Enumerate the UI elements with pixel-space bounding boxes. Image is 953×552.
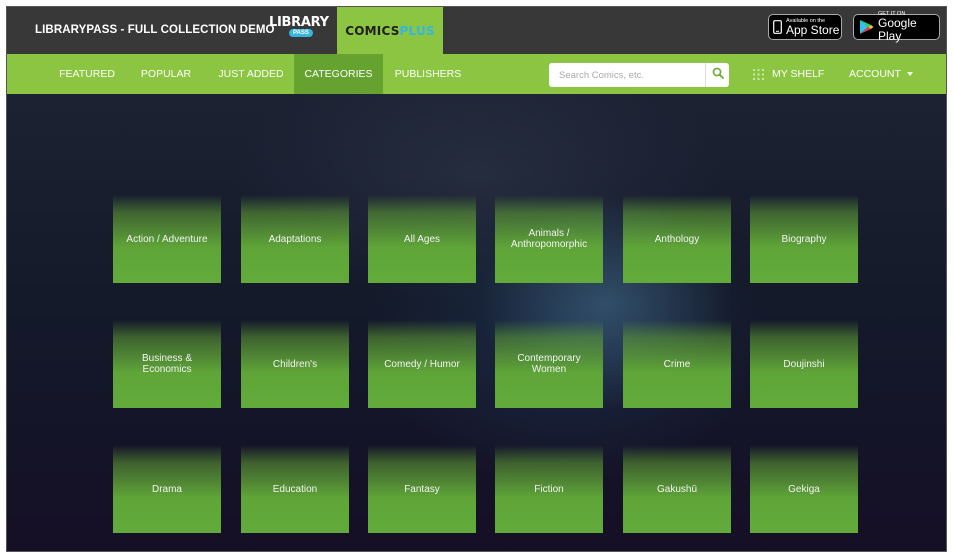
category-tile[interactable]: Crime bbox=[623, 320, 731, 408]
site-title[interactable]: LIBRARYPASS - FULL COLLECTION DEMO bbox=[35, 24, 275, 36]
category-tile[interactable]: Education bbox=[241, 445, 349, 533]
nav-publishers[interactable]: PUBLISHERS bbox=[389, 54, 467, 94]
category-tile[interactable]: Biography bbox=[750, 195, 858, 283]
search-box bbox=[549, 63, 729, 87]
category-tile[interactable]: Business & Economics bbox=[113, 320, 221, 408]
app-store-big-text: App Store bbox=[786, 22, 840, 37]
categories-section: Action / Adventure Adaptations All Ages … bbox=[7, 94, 946, 551]
category-tile[interactable]: All Ages bbox=[368, 195, 476, 283]
nav-just-added[interactable]: JUST ADDED bbox=[213, 54, 289, 94]
category-tile[interactable]: Contemporary Women bbox=[495, 320, 603, 408]
logo-library-text: LIBRARY bbox=[269, 15, 329, 30]
comicsplus-logo[interactable]: COMICS PLUS bbox=[337, 7, 443, 54]
logo-plus-text: PLUS bbox=[399, 23, 435, 38]
phone-icon bbox=[773, 20, 782, 34]
top-bar: LIBRARYPASS - FULL COLLECTION DEMO LIBRA… bbox=[7, 7, 946, 54]
nav-featured[interactable]: FEATURED bbox=[51, 54, 123, 94]
category-tile[interactable]: Action / Adventure bbox=[113, 195, 221, 283]
logo-pass-text: PASS bbox=[289, 29, 313, 37]
account-label: ACCOUNT bbox=[849, 68, 901, 80]
category-tile[interactable]: Drama bbox=[113, 445, 221, 533]
category-tile[interactable]: Children's bbox=[241, 320, 349, 408]
search-input[interactable] bbox=[549, 64, 701, 86]
account-menu[interactable]: ACCOUNT bbox=[849, 54, 913, 94]
grid-icon bbox=[753, 68, 764, 80]
my-shelf-label: MY SHELF bbox=[772, 68, 825, 80]
app-frame: LIBRARYPASS - FULL COLLECTION DEMO LIBRA… bbox=[6, 6, 947, 552]
logo-comics-text: COMICS bbox=[345, 23, 400, 38]
caret-down-icon bbox=[906, 72, 913, 76]
nav-categories[interactable]: CATEGORIES bbox=[294, 54, 383, 94]
google-play-big-text: Google Play bbox=[878, 16, 917, 43]
app-store-badge[interactable]: Available on the App Store bbox=[768, 14, 842, 40]
librarypass-logo[interactable]: LIBRARY PASS bbox=[269, 15, 329, 46]
category-tile[interactable]: Doujinshi bbox=[750, 320, 858, 408]
search-button[interactable] bbox=[705, 63, 729, 87]
category-tile[interactable]: Gakushū bbox=[623, 445, 731, 533]
category-tile[interactable]: Anthology bbox=[623, 195, 731, 283]
my-shelf-link[interactable]: MY SHELF bbox=[753, 54, 824, 94]
category-tile[interactable]: Gekiga bbox=[750, 445, 858, 533]
category-tile[interactable]: Comedy / Humor bbox=[368, 320, 476, 408]
category-tile[interactable]: Fiction bbox=[495, 445, 603, 533]
google-play-badge[interactable]: GET IT ON Google Play bbox=[853, 11, 940, 43]
nav-bar: FEATURED POPULAR JUST ADDED CATEGORIES P… bbox=[7, 54, 946, 94]
category-tile[interactable]: Animals / Anthropomorphic bbox=[495, 195, 603, 283]
play-icon bbox=[859, 19, 874, 35]
category-tile[interactable]: Adaptations bbox=[241, 195, 349, 283]
nav-popular[interactable]: POPULAR bbox=[133, 54, 199, 94]
search-icon bbox=[712, 66, 724, 84]
category-tile[interactable]: Fantasy bbox=[368, 445, 476, 533]
